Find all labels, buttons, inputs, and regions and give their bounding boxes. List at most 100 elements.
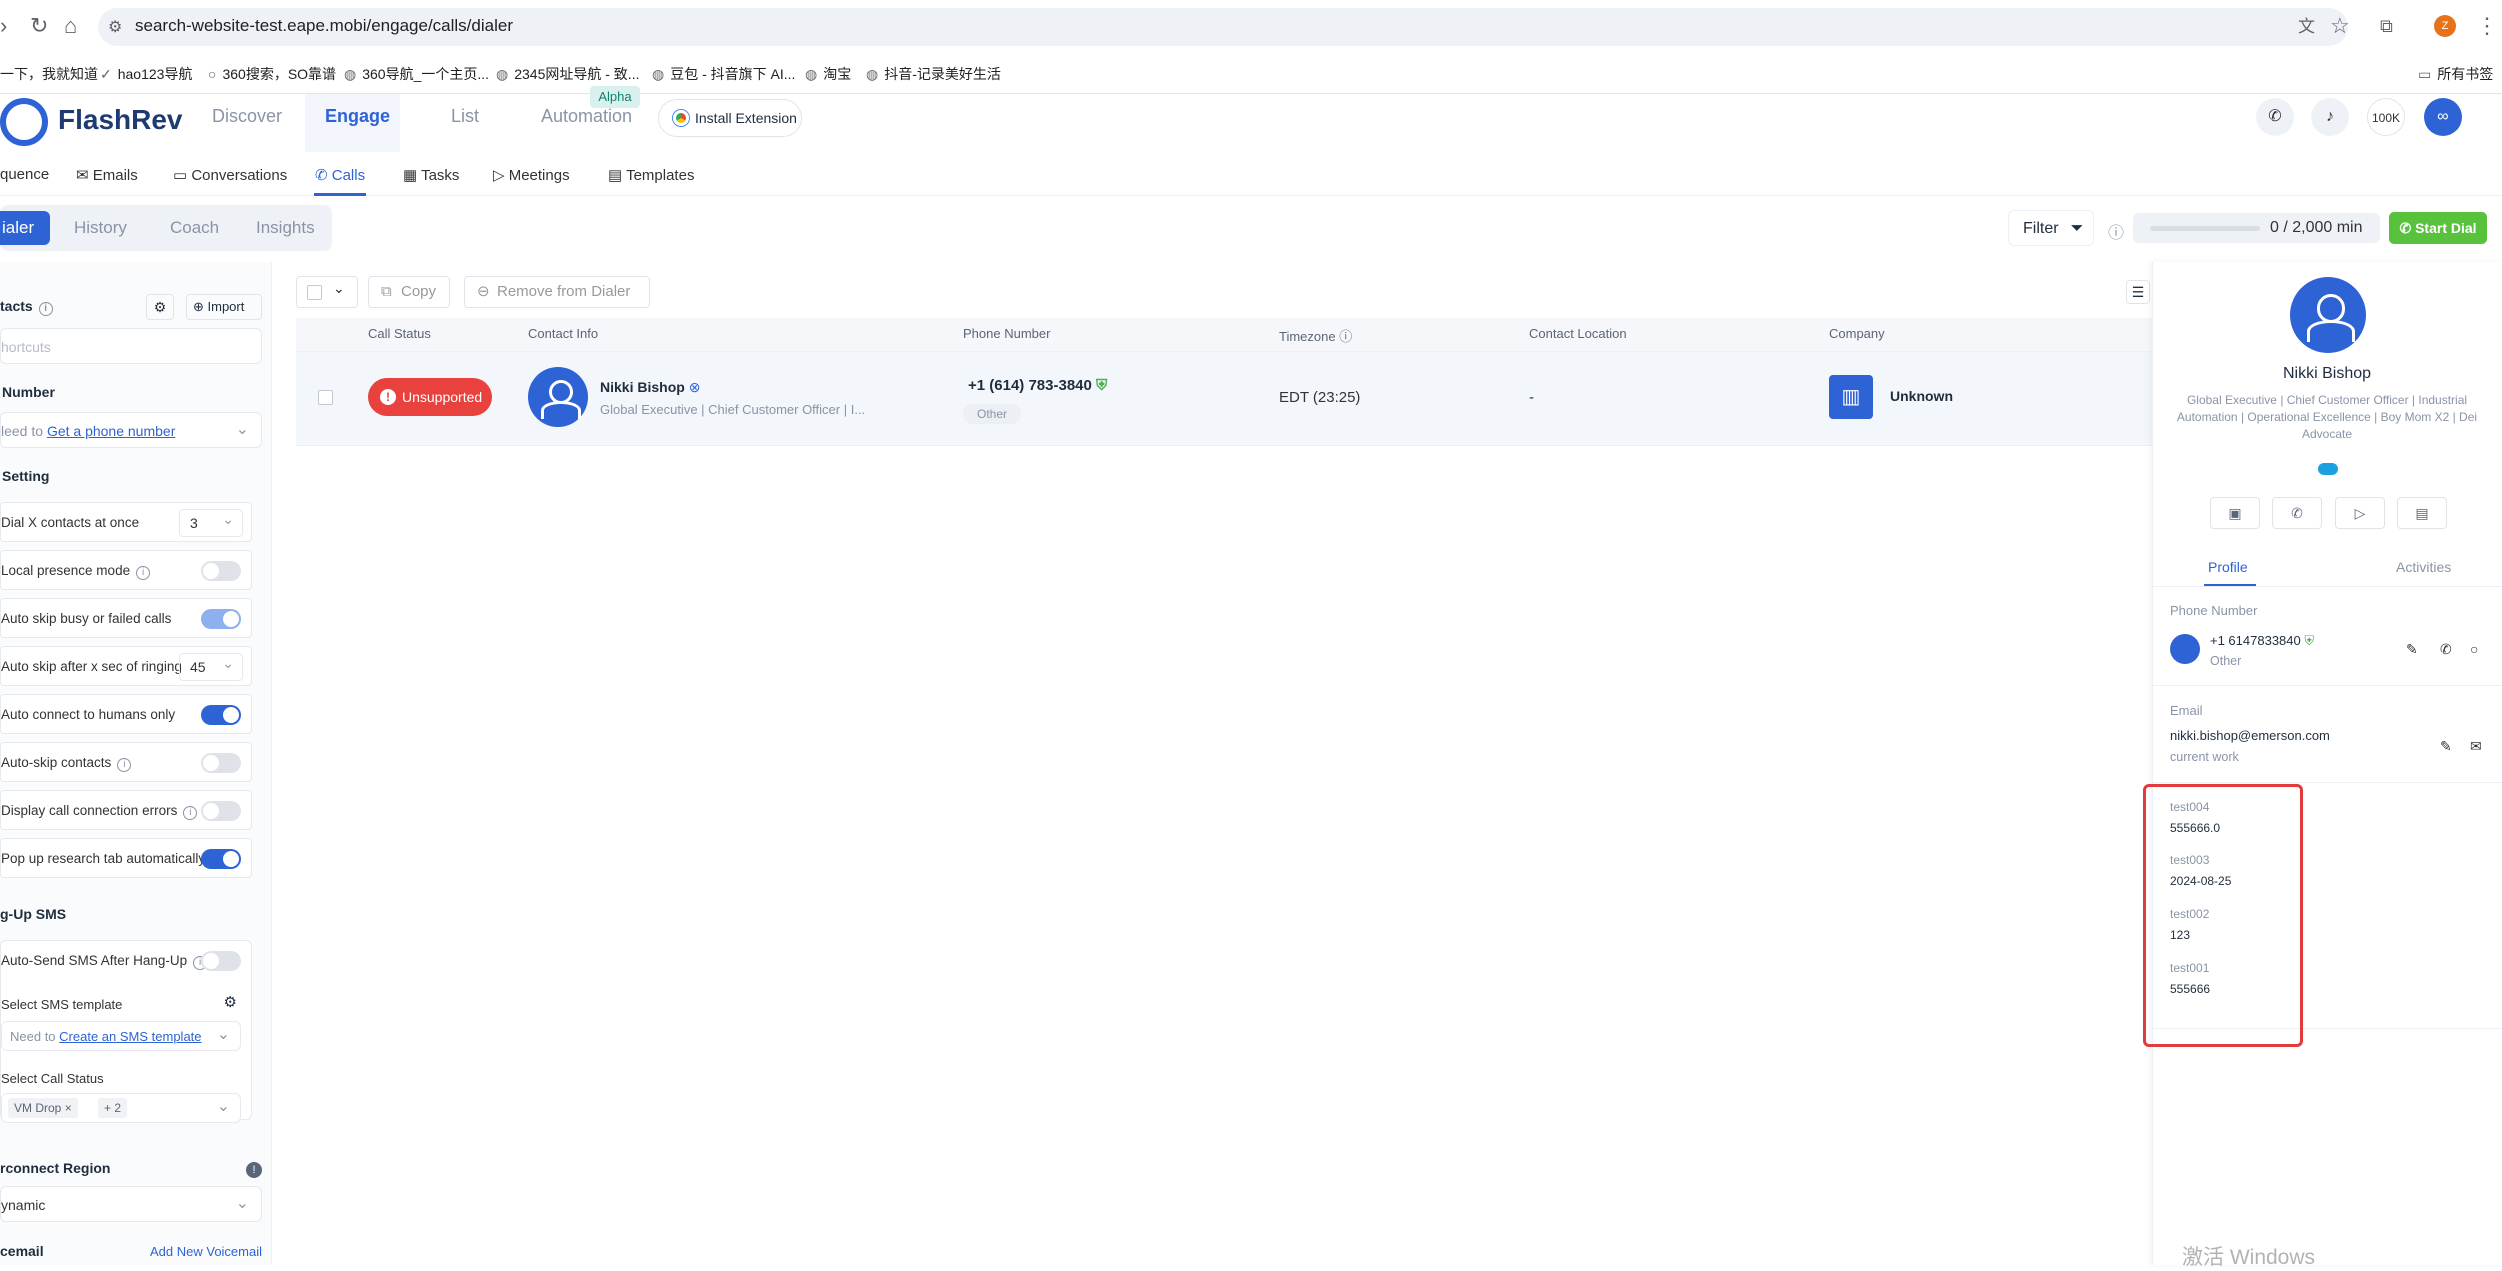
subnav-emails[interactable]: ✉ Emails: [76, 166, 138, 184]
profile-phone-type: Other: [2210, 654, 2242, 668]
bookmark[interactable]: ◍ 豆包 - 抖音旗下 AI...: [652, 64, 795, 84]
tab-insights[interactable]: Insights: [256, 218, 315, 238]
sms-template-select[interactable]: Need to Create an SMS template ⌄: [1, 1021, 241, 1051]
select-all-dropdown[interactable]: ⌄: [296, 276, 358, 308]
bookmark[interactable]: 一下，我就知道: [0, 64, 98, 84]
company-name[interactable]: Unknown: [1890, 388, 1953, 404]
bookmark[interactable]: ◍ 2345网址导航 - 致...: [496, 64, 639, 84]
start-dial-button[interactable]: ✆ Start Dial: [2389, 212, 2487, 244]
bookmark[interactable]: ◍ 360导航_一个主页...: [344, 64, 489, 84]
popup-research-toggle[interactable]: [201, 849, 241, 869]
bookmark[interactable]: ◍ 抖音-记录美好生活: [866, 64, 1001, 84]
tab-activities[interactable]: Activities: [2396, 559, 2451, 575]
subnav-calls[interactable]: ✆ Calls: [315, 166, 365, 184]
phone-number-select[interactable]: leed to Get a phone number ⌄: [0, 412, 262, 448]
bookmark-icon: ◍: [866, 66, 879, 82]
region-select[interactable]: ynamic ⌄: [0, 1186, 262, 1222]
hangup-sms-box: Auto-Send SMS After Hang-Up i Select SMS …: [0, 940, 252, 1123]
edit-icon[interactable]: ✎: [2406, 641, 2418, 658]
filter-button[interactable]: Filter ⏷: [2008, 210, 2094, 246]
credits-badge[interactable]: 100K: [2367, 98, 2405, 136]
card-icon[interactable]: ▣: [2210, 497, 2260, 529]
call-status-select[interactable]: VM Drop × + 2 ⌄: [1, 1093, 241, 1123]
profile-avatar[interactable]: Z: [2434, 15, 2456, 37]
phone-icon[interactable]: ✆: [2440, 641, 2452, 658]
extensions-icon[interactable]: ⧉: [2380, 14, 2393, 38]
nav-engage[interactable]: Engage: [325, 106, 390, 127]
phone-icon[interactable]: ✆: [2256, 98, 2294, 136]
subnav-templates[interactable]: ▤ Templates: [608, 166, 694, 184]
subnav-sequence[interactable]: quence: [0, 166, 49, 183]
more-tags: + 2: [98, 1098, 128, 1118]
forward-icon[interactable]: ›: [0, 14, 7, 38]
remove-from-dialer-button[interactable]: ⊖ Remove from Dialer: [464, 276, 650, 308]
install-extension-button[interactable]: Install Extension: [658, 99, 802, 137]
url-text[interactable]: search-website-test.eape.mobi/engage/cal…: [135, 16, 513, 36]
subnav-tasks[interactable]: ▦ Tasks: [403, 166, 459, 184]
import-button[interactable]: ⊕ Import: [186, 294, 262, 320]
row-checkbox[interactable]: [318, 390, 333, 405]
home-icon[interactable]: ⌂: [64, 14, 77, 38]
add-voicemail-link[interactable]: Add New Voicemail: [150, 1244, 262, 1259]
columns-icon[interactable]: ☰: [2126, 280, 2150, 304]
col-timezone: Timezone ⓘ: [1279, 329, 1353, 344]
chevron-down-icon: ⌄: [235, 421, 249, 438]
user-avatar[interactable]: ∞: [2424, 98, 2462, 136]
note-icon[interactable]: ▤: [2397, 497, 2447, 529]
edit-icon[interactable]: ✎: [2440, 738, 2452, 755]
tab-history[interactable]: History: [74, 218, 127, 238]
gear-icon[interactable]: ⚙: [224, 993, 237, 1011]
shortcuts-input[interactable]: hortcuts: [0, 328, 262, 364]
vm-drop-tag[interactable]: VM Drop ×: [8, 1098, 78, 1118]
message-icon[interactable]: ○: [2470, 641, 2478, 657]
tab-profile[interactable]: Profile: [2208, 559, 2248, 575]
video-icon[interactable]: ▷: [2335, 497, 2385, 529]
translate-icon[interactable]: 文: [2298, 15, 2315, 39]
ringing-seconds-select[interactable]: 45: [179, 650, 243, 681]
get-phone-link[interactable]: Get a phone number: [47, 423, 175, 439]
auto-connect-toggle[interactable]: [201, 705, 241, 725]
contact-name[interactable]: Nikki Bishop ⊗: [600, 379, 700, 396]
folder-icon: ▭: [2418, 66, 2432, 82]
local-presence-toggle[interactable]: [201, 561, 241, 581]
checkbox[interactable]: [307, 285, 322, 300]
timezone-value: EDT (23:25): [1279, 389, 1361, 406]
bell-icon[interactable]: ♪: [2311, 98, 2349, 136]
bookmark[interactable]: ◍ 淘宝: [805, 64, 851, 84]
auto-skip-contacts-toggle[interactable]: [201, 753, 241, 773]
auto-send-sms-toggle[interactable]: [201, 951, 241, 971]
subnav-meetings[interactable]: ▷ Meetings: [493, 166, 570, 184]
profile-email[interactable]: nikki.bishop@emerson.com: [2170, 728, 2330, 743]
phone-icon[interactable]: ✆: [2272, 497, 2322, 529]
bookmark[interactable]: ✓ hao123导航: [100, 64, 192, 84]
reload-icon[interactable]: ↻: [30, 14, 48, 38]
display-errors-toggle[interactable]: [201, 801, 241, 821]
tab-coach[interactable]: Coach: [170, 218, 219, 238]
site-info-icon[interactable]: ⚙: [108, 16, 122, 40]
all-bookmarks[interactable]: ▭ 所有书签: [2418, 64, 2493, 84]
copy-button[interactable]: ⧉ Copy: [368, 276, 450, 308]
create-sms-link[interactable]: Create an SMS template: [59, 1029, 201, 1044]
nav-discover[interactable]: Discover: [212, 106, 282, 127]
info-icon[interactable]: ⓘ: [2108, 219, 2124, 243]
close-icon[interactable]: ×: [65, 1101, 72, 1115]
phone-number[interactable]: +1 (614) 783-3840 ⛨: [968, 377, 1107, 394]
dial-x-select[interactable]: 3: [179, 506, 243, 537]
profile-phone[interactable]: +1 6147833840 ⛨: [2210, 633, 2314, 649]
gear-icon[interactable]: ⚙: [146, 294, 174, 320]
setting-auto-connect: Auto connect to humans only: [0, 694, 252, 734]
chevron-down-icon: ⌄: [333, 280, 345, 296]
auto-skip-busy-toggle[interactable]: [201, 609, 241, 629]
nav-automation[interactable]: Automation: [541, 106, 632, 127]
info-icon[interactable]: !: [246, 1162, 262, 1178]
alpha-badge: Alpha: [590, 86, 640, 108]
menu-icon[interactable]: ⋮: [2476, 14, 2498, 38]
salesforce-icon[interactable]: [2318, 463, 2338, 475]
star-icon[interactable]: ☆: [2330, 14, 2350, 38]
bookmark[interactable]: ○ 360搜索，SO靠谱: [208, 64, 336, 84]
nav-list[interactable]: List: [451, 106, 479, 127]
tab-dialer[interactable]: ialer: [0, 211, 50, 245]
link-icon: ⊗: [688, 379, 701, 395]
send-mail-icon[interactable]: ✉: [2470, 738, 2482, 755]
subnav-conversations[interactable]: ▭ Conversations: [173, 166, 287, 184]
